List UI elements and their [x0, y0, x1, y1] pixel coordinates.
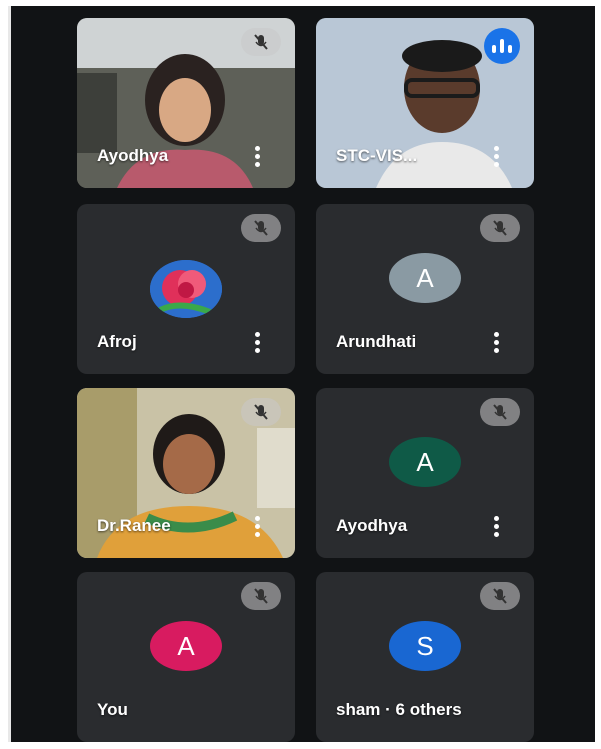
- mic-muted-icon: [241, 214, 281, 242]
- mic-muted-icon: [480, 398, 520, 426]
- participant-tile[interactable]: Ayodhya: [77, 18, 295, 188]
- mic-muted-icon: [241, 582, 281, 610]
- speaking-indicator-icon: [484, 28, 520, 64]
- participant-tile[interactable]: A Arundhati: [316, 204, 534, 374]
- mic-muted-icon: [480, 214, 520, 242]
- more-options-icon[interactable]: [255, 332, 261, 354]
- participant-name: STC-VIS...: [336, 146, 418, 165]
- meeting-grid: Ayodhya STC-VIS... Afroj A Arundhati Dr.…: [8, 6, 595, 742]
- more-options-icon[interactable]: [255, 516, 261, 538]
- avatar: A: [150, 621, 222, 671]
- participant-tile[interactable]: S sham · 6 others: [316, 572, 534, 742]
- avatar: A: [389, 437, 461, 487]
- more-options-icon[interactable]: [494, 516, 500, 538]
- more-options-icon[interactable]: [255, 146, 261, 168]
- mic-muted-icon: [241, 28, 281, 56]
- avatar-image: [150, 260, 222, 318]
- participant-tile[interactable]: A You: [77, 572, 295, 742]
- participant-tile[interactable]: STC-VIS...: [316, 18, 534, 188]
- participant-tile[interactable]: Dr.Ranee: [77, 388, 295, 558]
- participant-tile[interactable]: Afroj: [77, 204, 295, 374]
- participant-name: sham · 6 others: [336, 700, 462, 719]
- more-options-icon[interactable]: [494, 332, 500, 354]
- avatar: A: [389, 253, 461, 303]
- participant-name: Afroj: [97, 332, 137, 351]
- more-options-icon[interactable]: [494, 146, 500, 168]
- participant-name: Arundhati: [336, 332, 417, 351]
- participant-name: You: [97, 700, 128, 719]
- mic-muted-icon: [241, 398, 281, 426]
- mic-muted-icon: [480, 582, 520, 610]
- participant-name: Dr.Ranee: [97, 516, 171, 535]
- participant-tile[interactable]: A Ayodhya: [316, 388, 534, 558]
- participant-name: Ayodhya: [336, 516, 408, 535]
- avatar: S: [389, 621, 461, 671]
- participant-name: Ayodhya: [97, 146, 169, 165]
